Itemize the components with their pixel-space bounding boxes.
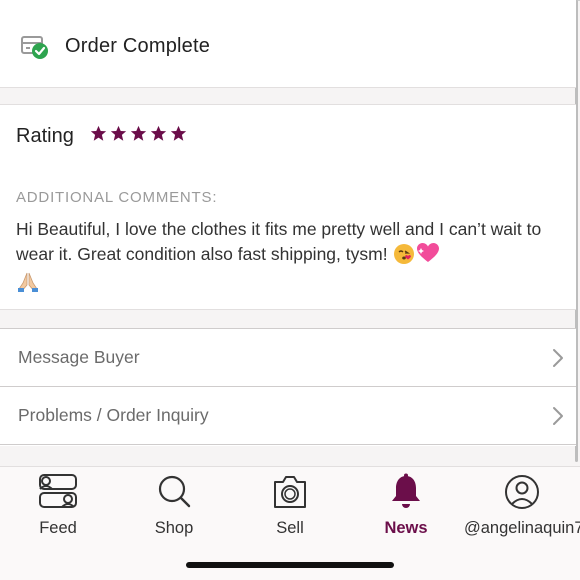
star-icon (130, 125, 147, 141)
face-blowing-kiss-emoji (394, 244, 415, 264)
star-rating (90, 125, 187, 142)
tab-profile[interactable]: @angelinaquin707 (464, 473, 580, 539)
star-icon (150, 125, 167, 141)
action-label: Message Buyer (18, 347, 140, 367)
star-icon (110, 125, 127, 141)
tab-news[interactable]: News (348, 473, 464, 539)
tab-label: Shop (154, 519, 194, 537)
profile-icon (505, 475, 539, 509)
tab-label: Feed (39, 519, 77, 537)
chevron-right-icon (553, 407, 563, 425)
header: Order Complete (0, 0, 576, 88)
camera-icon (274, 476, 306, 508)
action-label: Problems / Order Inquiry (18, 405, 209, 425)
package-check-icon (20, 33, 50, 61)
star-icon (170, 125, 187, 141)
search-icon (158, 475, 191, 508)
star-icon (90, 125, 107, 141)
comment-text: Hi Beautiful, I love the clothes it fits… (16, 217, 556, 300)
folded-hands-emoji (16, 271, 40, 300)
order-inquiry-button[interactable]: Problems / Order Inquiry (0, 387, 576, 445)
bell-icon (392, 473, 420, 508)
tab-shop[interactable]: Shop (116, 473, 232, 539)
tab-label: News (384, 519, 428, 537)
tab-sell[interactable]: Sell (232, 473, 348, 539)
rating-label: Rating (16, 125, 74, 147)
comments-heading: ADDITIONAL COMMENTS: (16, 189, 218, 206)
sparkling-heart-emoji (416, 242, 440, 271)
chevron-right-icon (553, 349, 563, 367)
tab-label: @angelinaquin707 (464, 519, 580, 537)
action-list: Message Buyer Problems / Order Inquiry (0, 328, 576, 446)
message-buyer-button[interactable]: Message Buyer (0, 329, 576, 387)
tab-feed[interactable]: Feed (0, 473, 116, 539)
home-indicator[interactable] (186, 562, 394, 568)
feed-icon (39, 474, 77, 508)
rating-card: Rating ADDITIONAL COMMENTS: Hi Beautiful… (0, 104, 576, 310)
comment-body: Hi Beautiful, I love the clothes it fits… (16, 219, 542, 264)
tab-label: Sell (276, 519, 304, 537)
page-title: Order Complete (65, 35, 211, 57)
